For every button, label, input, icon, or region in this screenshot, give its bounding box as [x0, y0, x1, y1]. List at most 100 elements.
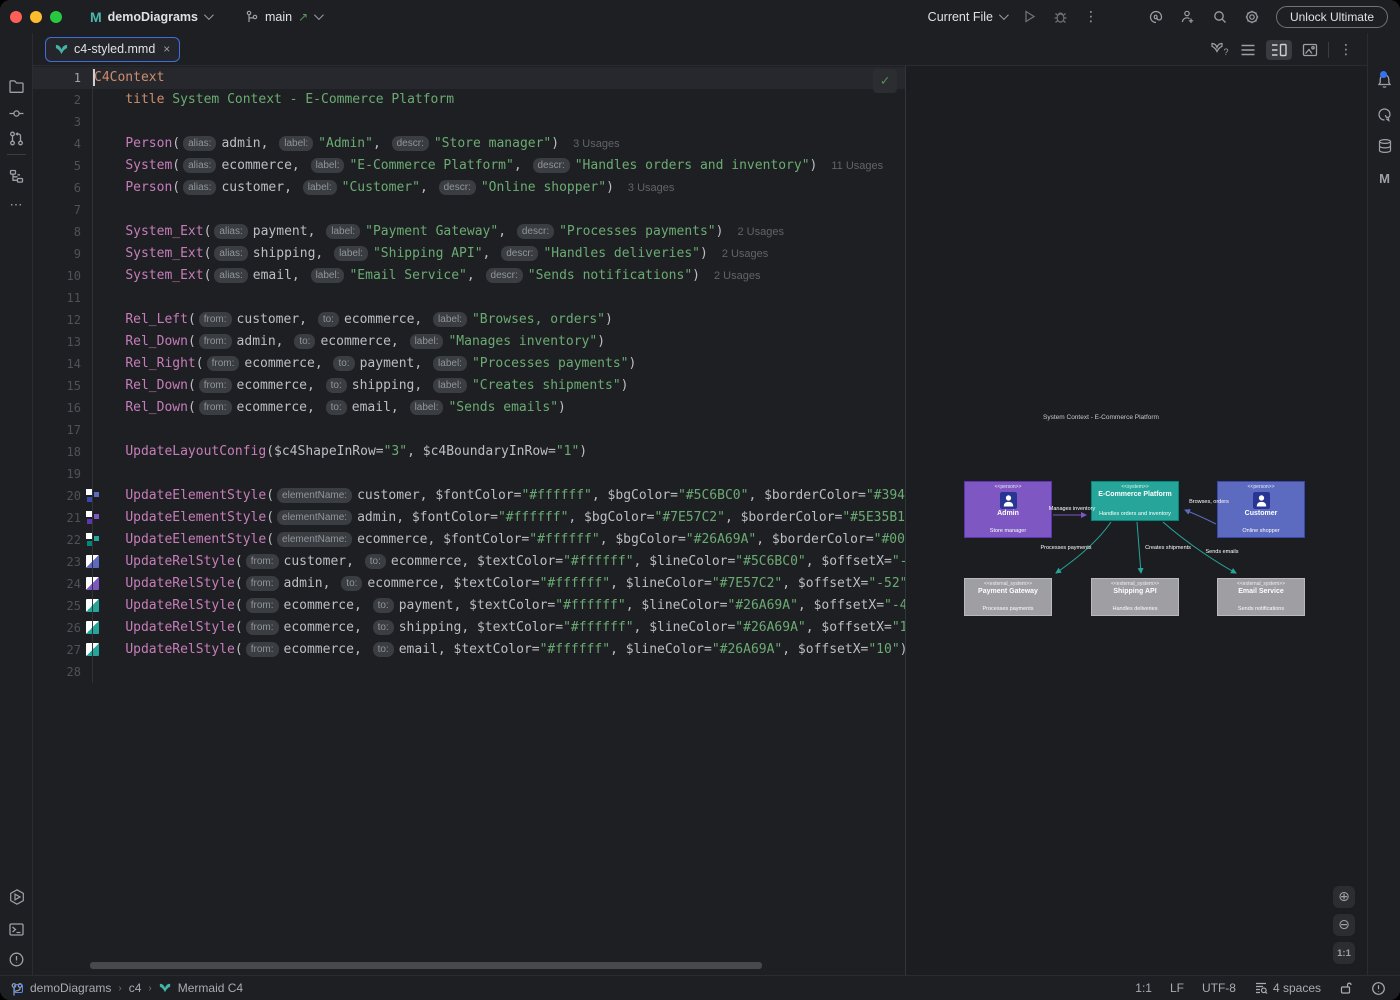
minimize-window-button[interactable] — [30, 11, 42, 23]
code-line[interactable]: 18 UpdateLayoutConfig($c4ShapeInRow="3",… — [33, 441, 905, 463]
tab-c4-styled[interactable]: c4-styled.mmd × — [45, 37, 180, 62]
commit-tool-window-button[interactable] — [0, 101, 33, 125]
line-separator-widget[interactable]: LF — [1170, 981, 1184, 995]
breadcrumb-folder[interactable]: c4 — [129, 981, 142, 995]
code-line[interactable]: 24 UpdateRelStyle(from:admin, to:ecommer… — [33, 573, 905, 595]
code-line[interactable]: 2 title System Context - E-Commerce Plat… — [33, 89, 905, 111]
indent-widget[interactable]: 4 spaces — [1254, 981, 1321, 995]
line-number[interactable]: 6 — [33, 177, 81, 199]
usages-hint[interactable]: 2 Usages — [714, 270, 760, 282]
line-number[interactable]: 19 — [33, 463, 81, 485]
mermaid-preview-pane[interactable]: System Context - E-Commerce Platform <<p… — [906, 66, 1367, 975]
usages-hint[interactable]: 2 Usages — [722, 248, 768, 260]
code-line[interactable]: 11 — [33, 287, 905, 309]
code-line[interactable]: 12 Rel_Left(from:customer, to:ecommerce,… — [33, 309, 905, 331]
code-line[interactable]: 15 Rel_Down(from:ecommerce, to:shipping,… — [33, 375, 905, 397]
structure-tool-window-button[interactable] — [0, 164, 33, 188]
project-tool-window-button[interactable] — [0, 74, 33, 98]
run-button[interactable] — [1022, 9, 1037, 24]
line-number[interactable]: 3 — [33, 111, 81, 133]
zoom-reset-button[interactable]: 1:1 — [1333, 942, 1355, 964]
line-number[interactable]: 28 — [33, 661, 81, 683]
encoding-widget[interactable]: UTF-8 — [1202, 981, 1236, 995]
code-line[interactable]: 25 UpdateRelStyle(from:ecommerce, to:pay… — [33, 595, 905, 617]
code-line[interactable]: 28 — [33, 661, 905, 683]
lock-open-icon[interactable] — [1339, 981, 1353, 995]
code-line[interactable]: 17 — [33, 419, 905, 441]
code-with-me-icon[interactable] — [1180, 9, 1196, 25]
line-number[interactable]: 22 — [33, 529, 81, 551]
usages-hint[interactable]: 11 Usages — [831, 160, 883, 172]
line-number[interactable]: 8 — [33, 221, 81, 243]
horizontal-scrollbar[interactable] — [90, 962, 762, 969]
code-line[interactable]: 16 Rel_Down(from:ecommerce, to:email, la… — [33, 397, 905, 419]
notifications-bell-icon[interactable] — [1368, 69, 1400, 93]
project-widget[interactable]: M demoDiagrams — [90, 9, 211, 25]
line-number[interactable]: 25 — [33, 595, 81, 617]
maximize-window-button[interactable] — [50, 11, 62, 23]
code-line[interactable]: 22 UpdateElementStyle(elementName:ecomme… — [33, 529, 905, 551]
split-view-icon[interactable] — [1266, 40, 1292, 60]
line-number[interactable]: 7 — [33, 199, 81, 221]
code-line[interactable]: 1C4Context — [33, 67, 905, 89]
line-number[interactable]: 18 — [33, 441, 81, 463]
code-line[interactable]: 26 UpdateRelStyle(from:ecommerce, to:shi… — [33, 617, 905, 639]
line-number[interactable]: 11 — [33, 287, 81, 309]
line-number[interactable]: 1 — [33, 67, 81, 89]
line-number[interactable]: 27 — [33, 639, 81, 661]
line-number[interactable]: 13 — [33, 331, 81, 353]
more-actions-menu[interactable]: ⋮ — [1084, 9, 1098, 25]
line-number[interactable]: 9 — [33, 243, 81, 265]
settings-gear-icon[interactable] — [1244, 9, 1260, 25]
zoom-out-button[interactable]: ⊖ — [1333, 914, 1355, 936]
code-line[interactable]: 8 System_Ext(alias:payment, label:"Payme… — [33, 221, 905, 243]
code-line[interactable]: 23 UpdateRelStyle(from:customer, to:ecom… — [33, 551, 905, 573]
code-line[interactable]: 13 Rel_Down(from:admin, to:ecommerce, la… — [33, 331, 905, 353]
maven-tool-window-button[interactable]: M — [1368, 166, 1400, 190]
preview-only-view-icon[interactable] — [1302, 43, 1318, 57]
line-number[interactable]: 2 — [33, 89, 81, 111]
line-number[interactable]: 23 — [33, 551, 81, 573]
tab-close-icon[interactable]: × — [163, 42, 170, 56]
line-number[interactable]: 12 — [33, 309, 81, 331]
code-line[interactable]: 21 UpdateElementStyle(elementName:admin,… — [33, 507, 905, 529]
line-number[interactable]: 15 — [33, 375, 81, 397]
line-number[interactable]: 17 — [33, 419, 81, 441]
debug-button[interactable] — [1053, 9, 1068, 24]
code-line[interactable]: 5 System(alias:ecommerce, label:"E-Comme… — [33, 155, 905, 177]
line-number[interactable]: 26 — [33, 617, 81, 639]
line-number[interactable]: 20 — [33, 485, 81, 507]
more-tool-windows-button[interactable]: ⋯ — [0, 193, 33, 217]
line-number[interactable]: 14 — [33, 353, 81, 375]
code-line[interactable]: 10 System_Ext(alias:email, label:"Email … — [33, 265, 905, 287]
event-log-alert-icon[interactable] — [1371, 981, 1386, 996]
unlock-ultimate-button[interactable]: Unlock Ultimate — [1276, 6, 1388, 28]
code-editor[interactable]: 1C4Context2 title System Context - E-Com… — [33, 66, 905, 975]
breadcrumb-file[interactable]: Mermaid C4 — [178, 981, 243, 995]
line-number[interactable]: 4 — [33, 133, 81, 155]
problems-tool-window-button[interactable] — [0, 947, 33, 971]
database-tool-window-button[interactable] — [1368, 134, 1400, 158]
code-line[interactable]: 20 UpdateElementStyle(elementName:custom… — [33, 485, 905, 507]
branch-widget[interactable]: main ↗ — [245, 10, 321, 24]
ai-assistant-icon[interactable] — [1148, 9, 1164, 25]
pull-requests-tool-window-button[interactable] — [0, 126, 33, 150]
close-window-button[interactable] — [10, 11, 22, 23]
line-number[interactable]: 16 — [33, 397, 81, 419]
search-everywhere-icon[interactable] — [1212, 9, 1228, 25]
services-tool-window-button[interactable] — [0, 885, 33, 909]
inspections-ok-checkmark[interactable]: ✓ — [873, 69, 897, 93]
line-number[interactable]: 21 — [33, 507, 81, 529]
line-number[interactable]: 10 — [33, 265, 81, 287]
caret-position-widget[interactable]: 1:1 — [1135, 981, 1152, 995]
code-line[interactable]: 7 — [33, 199, 905, 221]
editor-options-menu[interactable]: ⋮ — [1339, 42, 1353, 58]
line-number[interactable]: 5 — [33, 155, 81, 177]
ai-assistant-tool-window-button[interactable] — [1368, 102, 1400, 126]
code-line[interactable]: 27 UpdateRelStyle(from:ecommerce, to:ema… — [33, 639, 905, 661]
usages-hint[interactable]: 3 Usages — [573, 138, 619, 150]
code-line[interactable]: 4 Person(alias:admin, label:"Admin", des… — [33, 133, 905, 155]
line-number[interactable]: 24 — [33, 573, 81, 595]
run-configuration-selector[interactable]: Current File — [928, 10, 1006, 24]
usages-hint[interactable]: 2 Usages — [737, 226, 783, 238]
